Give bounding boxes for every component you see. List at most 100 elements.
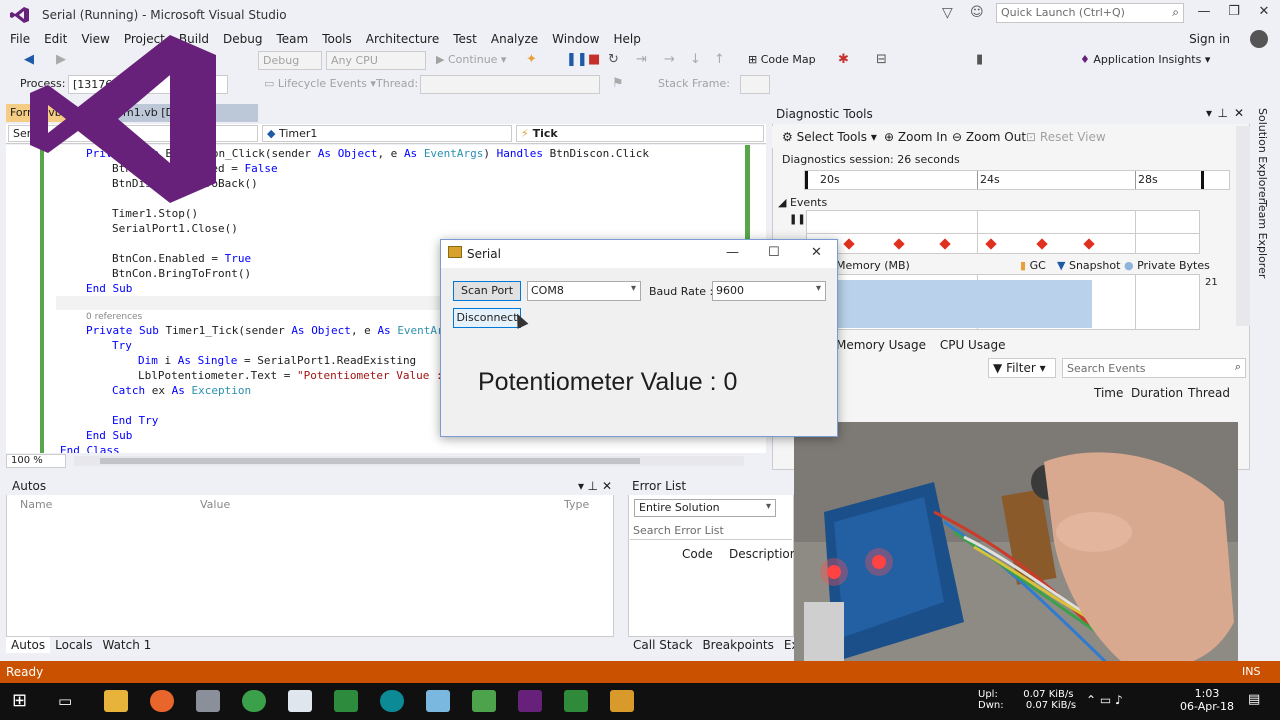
filter-button[interactable]: ▼ Filter ▾	[988, 358, 1056, 378]
continue-button[interactable]: ▶ Continue ▾	[436, 53, 506, 66]
code-map-button[interactable]: ⊞ Code Map	[748, 53, 816, 66]
notes-icon[interactable]	[426, 690, 450, 712]
tab-memory-usage[interactable]: Memory Usage	[836, 338, 926, 352]
disconnect-button[interactable]: Disconnect	[453, 308, 521, 328]
serial-app-icon[interactable]	[610, 690, 634, 712]
step-into-icon[interactable]: ↓	[690, 52, 701, 67]
com-port-select[interactable]: COM8 ▾	[527, 281, 641, 301]
dropdown-icon[interactable]: ▾	[578, 479, 584, 493]
search-events-input[interactable]: Search Events ⌕	[1062, 358, 1246, 378]
pin-icon[interactable]: ⊥	[1218, 106, 1228, 120]
config-combo[interactable]: Debug	[258, 51, 322, 70]
team-explorer-tab[interactable]: Team Explorer	[1256, 200, 1269, 278]
timeline-start-handle[interactable]	[805, 171, 808, 189]
menu-test[interactable]: Test	[446, 30, 484, 48]
form-maximize-button[interactable]: ☐	[768, 245, 780, 260]
tab-call-stack[interactable]: Call Stack	[628, 637, 697, 653]
object-nav-combo[interactable]: ◆ Timer1	[262, 125, 512, 142]
app-c-icon[interactable]	[564, 690, 588, 712]
thread-combo[interactable]	[420, 75, 600, 94]
maximize-button[interactable]: ❐	[1220, 4, 1248, 22]
close-panel-icon[interactable]: ✕	[1234, 106, 1244, 120]
task-view-icon[interactable]: ▭	[58, 692, 72, 710]
menu-help[interactable]: Help	[607, 30, 648, 48]
feedback-icon[interactable]: ☺	[970, 5, 984, 20]
menu-team[interactable]: Team	[269, 30, 315, 48]
error-scope-combo[interactable]: Entire Solution ▾	[634, 499, 776, 517]
step-out-icon[interactable]: ↑	[714, 52, 725, 67]
notifications-icon[interactable]: ▤	[1248, 692, 1260, 707]
search-error-list-input[interactable]: Search Error List	[630, 522, 792, 540]
col-description[interactable]: Description	[729, 547, 797, 561]
taskbar-clock[interactable]: 1:03 06-Apr-18	[1180, 687, 1234, 713]
user-avatar[interactable]	[1250, 30, 1268, 48]
file-explorer-icon[interactable]	[104, 690, 128, 712]
zoom-out-button[interactable]: ⊖ Zoom Out	[952, 130, 1026, 144]
windows-start-icon[interactable]: ⊞	[12, 690, 27, 711]
col-name[interactable]: Name	[20, 498, 52, 511]
diagnostic-scrollbar[interactable]	[1236, 126, 1250, 326]
breakpoint-icon[interactable]: ✱	[838, 52, 849, 67]
tab-locals[interactable]: Locals	[50, 637, 97, 653]
close-panel-icon[interactable]: ✕	[602, 479, 612, 493]
attach-icon[interactable]: ✦	[526, 52, 537, 67]
zoom-combo[interactable]: 100 %	[6, 454, 66, 468]
visual-studio-taskbar-icon[interactable]	[518, 690, 542, 712]
form-minimize-button[interactable]: —	[726, 245, 739, 260]
minimize-button[interactable]: —	[1190, 4, 1218, 22]
menu-analyze[interactable]: Analyze	[484, 30, 545, 48]
pin-icon[interactable]: ⊥	[588, 479, 598, 493]
solution-explorer-tab[interactable]: Solution Explorer	[1256, 108, 1269, 202]
baud-rate-select[interactable]: 9600 ▾	[712, 281, 826, 301]
dropdown-icon[interactable]: ▾	[1206, 106, 1212, 120]
quick-launch-input[interactable]: Quick Launch (Ctrl+Q) ⌕	[996, 3, 1184, 23]
reset-view-button[interactable]: ⊡ Reset View	[1026, 130, 1106, 144]
show-next-icon[interactable]: ⇥	[636, 52, 647, 67]
col-thread[interactable]: Thread	[1188, 386, 1230, 400]
filter-icon[interactable]: ▽	[942, 5, 953, 21]
arduino-icon[interactable]	[380, 690, 404, 712]
step-over-icon[interactable]: →	[664, 52, 675, 67]
tray-icons[interactable]: ⌃ ▭ ♪	[1086, 693, 1123, 707]
app-icon[interactable]	[196, 690, 220, 712]
bookmark-icon[interactable]: ▮	[976, 52, 983, 67]
pause-events-icon[interactable]: ❚❚	[789, 214, 806, 225]
col-code[interactable]: Code	[682, 547, 713, 561]
app-insights-button[interactable]: ♦ Application Insights ▾	[1080, 53, 1210, 66]
menu-tools[interactable]: Tools	[315, 30, 359, 48]
tab-watch-1[interactable]: Watch 1	[97, 637, 156, 653]
timeline-end-handle[interactable]	[1201, 171, 1204, 189]
chrome-icon[interactable]	[242, 690, 266, 712]
select-tools-button[interactable]: ⚙ Select Tools ▾	[782, 130, 877, 144]
close-button[interactable]: ✕	[1250, 4, 1278, 22]
references-lens[interactable]: 0 references	[86, 312, 142, 322]
timeline-ruler[interactable]	[804, 170, 1230, 190]
member-nav-combo[interactable]: ⚡ Tick	[516, 125, 764, 142]
menu-window[interactable]: Window	[545, 30, 606, 48]
firefox-icon[interactable]	[150, 690, 174, 712]
layout-icon[interactable]: ⊟	[876, 52, 887, 67]
tab-cpu-usage[interactable]: CPU Usage	[940, 338, 1006, 352]
col-value[interactable]: Value	[200, 498, 230, 511]
codeblocks-icon[interactable]	[472, 690, 496, 712]
sign-in-link[interactable]: Sign in	[1189, 32, 1230, 46]
pause-icon[interactable]: ❚❚	[566, 52, 588, 67]
col-type[interactable]: Type	[564, 498, 589, 511]
restart-icon[interactable]: ↻	[608, 52, 619, 67]
tab-exceptions[interactable]: Exceptio	[779, 637, 794, 653]
app-window-icon[interactable]	[288, 690, 312, 712]
scan-port-button[interactable]: Scan Port	[453, 281, 521, 301]
stack-frame-combo[interactable]	[740, 75, 770, 94]
flag-icon[interactable]: ⚑	[612, 76, 624, 91]
events-track[interactable]	[806, 210, 1200, 254]
lifecycle-button[interactable]: ▭ Lifecycle Events ▾	[264, 77, 376, 90]
tab-autos[interactable]: Autos	[6, 637, 51, 653]
tab-breakpoints[interactable]: Breakpoints	[697, 637, 778, 653]
stop-icon[interactable]: ■	[588, 52, 600, 67]
col-time[interactable]: Time	[1094, 386, 1123, 400]
network-app-icon[interactable]	[334, 690, 358, 712]
menu-architecture[interactable]: Architecture	[359, 30, 446, 48]
platform-combo[interactable]: Any CPU	[326, 51, 426, 70]
zoom-in-button[interactable]: ⊕ Zoom In	[884, 130, 947, 144]
events-section-label[interactable]: ◢ Events	[778, 196, 827, 209]
